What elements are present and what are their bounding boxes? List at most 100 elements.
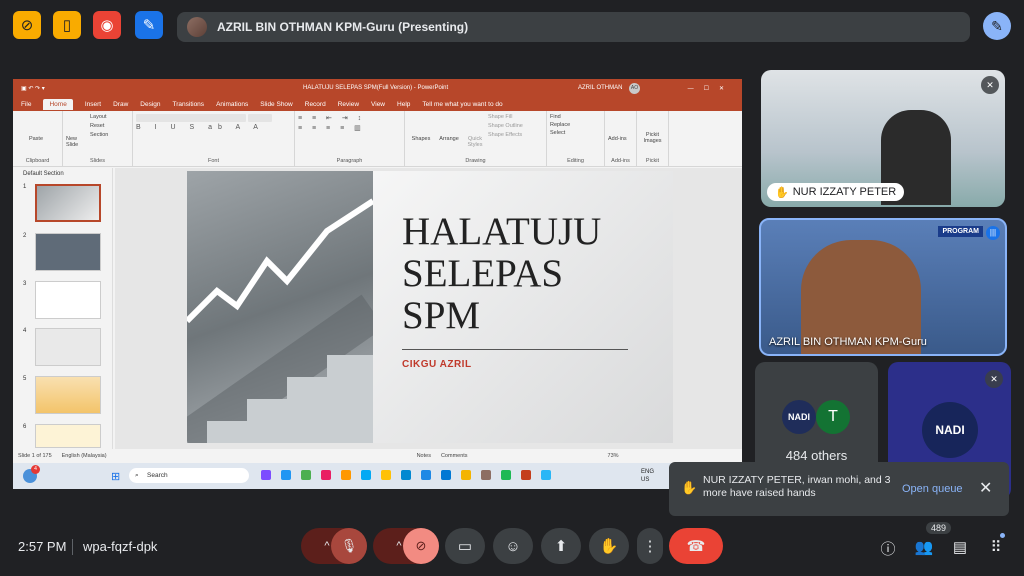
close-icon[interactable]: ✕	[979, 478, 992, 498]
raised-hand-chip: ✋ NUR IZZATY PETER	[767, 183, 905, 201]
thumb-number: 4	[23, 328, 27, 334]
people-count-badge: 489	[926, 522, 952, 534]
notes-button[interactable]: Notes	[417, 453, 431, 459]
font-format-buttons[interactable]: B I U S ab A A	[136, 124, 286, 131]
presenting-bar[interactable]: AZRIL BIN OTHMAN KPM-Guru (Presenting)	[177, 12, 970, 42]
layout-button[interactable]: Layout	[90, 114, 126, 120]
section-label: Default Section	[23, 171, 64, 177]
tab-home[interactable]: Home	[43, 98, 73, 110]
more-vert-icon: ⋮	[642, 538, 658, 555]
quick-styles-button[interactable]: Quick Styles	[464, 136, 486, 148]
chevron-up-icon[interactable]: ^	[396, 540, 401, 552]
tab-review[interactable]: Review	[338, 101, 359, 108]
tab-record[interactable]: Record	[305, 101, 326, 108]
camera-control[interactable]: ^ ⊘	[373, 528, 439, 564]
app-icon[interactable]	[301, 470, 311, 480]
chevron-up-icon[interactable]: ^	[324, 540, 329, 552]
participant-tile-2[interactable]: PROGRAM ||| AZRIL BIN OTHMAN KPM-Guru	[759, 218, 1007, 356]
tell-me-box[interactable]: Tell me what you want to do	[422, 101, 502, 108]
tab-slide-show[interactable]: Slide Show	[260, 101, 293, 108]
paragraph-buttons[interactable]: ≡ ≡ ⇤ ⇥ ↕	[298, 114, 365, 122]
app-icon[interactable]	[281, 470, 291, 480]
app-icon[interactable]	[341, 470, 351, 480]
mail-icon[interactable]	[441, 470, 451, 480]
slide-thumbnail-2[interactable]	[35, 233, 101, 271]
shape-outline-button[interactable]: Shape Outline	[488, 123, 538, 129]
save-icon: ▣ ↶ ↷ ▾	[21, 85, 45, 92]
slide-thumbnail-5[interactable]	[35, 376, 101, 414]
pickit-button[interactable]: Pickit Images	[640, 132, 665, 144]
people-icon[interactable]: 👥	[914, 538, 934, 556]
mic-control[interactable]: ^ 🎙	[301, 528, 367, 564]
group-label-paragraph: Paragraph	[336, 158, 363, 164]
mic-off-icon[interactable]: 🎙	[331, 528, 367, 564]
emoji-button[interactable]: ☺	[493, 528, 533, 564]
tab-transitions[interactable]: Transitions	[173, 101, 205, 108]
arrange-button[interactable]: Arrange	[436, 136, 462, 148]
app-icon[interactable]	[361, 470, 371, 480]
app-icon[interactable]	[261, 470, 271, 480]
telegram-icon[interactable]	[541, 470, 551, 480]
taskbar-search[interactable]: ⌕ Search	[129, 468, 249, 483]
comments-button[interactable]: Comments	[441, 453, 468, 459]
app-icon[interactable]	[421, 470, 431, 480]
leave-call-button[interactable]: ☎	[669, 528, 723, 564]
paste-button[interactable]: Paste	[16, 136, 56, 142]
present-icon: ⬆	[554, 538, 568, 555]
shape-fill-button[interactable]: Shape Fill	[488, 114, 538, 120]
replace-button[interactable]: Replace	[550, 122, 570, 128]
reset-button[interactable]: Reset	[90, 123, 126, 129]
select-button[interactable]: Select	[550, 130, 570, 136]
font-size-select[interactable]	[248, 114, 272, 122]
new-slide-button[interactable]: New Slide	[66, 136, 88, 148]
shapes-button[interactable]: Shapes	[408, 136, 434, 148]
find-button[interactable]: Find	[550, 114, 570, 120]
slide-title: HALATUJU SELEPAS SPM	[402, 210, 602, 337]
edit-doc-icon-button[interactable]: ✎	[135, 11, 163, 39]
record-icon-button[interactable]: ◉	[93, 11, 121, 39]
tab-view[interactable]: View	[371, 101, 385, 108]
slide-thumbnail-4[interactable]	[35, 328, 101, 366]
search-placeholder: Search	[147, 472, 168, 479]
add-ins-button[interactable]: Add-ins	[608, 136, 627, 142]
info-icon[interactable]: ⓘ	[878, 538, 898, 558]
captions-button[interactable]: ▭	[445, 528, 485, 564]
hang-up-icon: ☎	[686, 538, 706, 555]
raise-hand-button[interactable]: ✋	[589, 528, 629, 564]
input-language[interactable]: ENG US	[641, 468, 654, 484]
folder-icon[interactable]	[381, 470, 391, 480]
tab-file[interactable]: File	[21, 101, 31, 108]
camera-off-icon[interactable]: ⊘	[403, 528, 439, 564]
font-name-select[interactable]	[136, 114, 246, 122]
present-button[interactable]: ⬆	[541, 528, 581, 564]
app-icon[interactable]	[321, 470, 331, 480]
tab-animations[interactable]: Animations	[216, 101, 248, 108]
slide-thumbnail-6[interactable]	[35, 424, 101, 448]
spotify-icon[interactable]	[501, 470, 511, 480]
chat-icon[interactable]: ▤	[950, 538, 970, 556]
tab-insert[interactable]: Insert	[85, 101, 101, 108]
participant-tile-1[interactable]: ✕ ✋ NUR IZZATY PETER	[761, 70, 1005, 207]
current-slide[interactable]: HALATUJU SELEPAS SPM CIKGU AZRIL	[187, 171, 673, 443]
powerpoint-icon[interactable]	[521, 470, 531, 480]
camera-off-icon-button[interactable]: ⊘	[13, 11, 41, 39]
shape-effects-button[interactable]: Shape Effects	[488, 132, 538, 138]
app-icon[interactable]	[401, 470, 411, 480]
slide-thumbnail-3[interactable]	[35, 281, 101, 319]
activities-icon[interactable]: ⠿	[986, 538, 1006, 556]
slide-thumbnail-1[interactable]	[35, 184, 101, 222]
chrome-icon[interactable]	[461, 470, 471, 480]
align-buttons[interactable]: ≡ ≡ ≡ ≡ ▥	[298, 124, 365, 132]
door-icon-button[interactable]: ▯	[53, 11, 81, 39]
app-icon[interactable]	[481, 470, 491, 480]
windows-start-icon[interactable]: ⊞	[111, 470, 120, 483]
more-options-button[interactable]: ⋮	[637, 528, 663, 564]
section-button[interactable]: Section	[90, 132, 126, 138]
annotate-pen-icon[interactable]: ✎	[983, 12, 1011, 40]
emoji-icon: ☺	[505, 537, 521, 555]
tab-design[interactable]: Design	[140, 101, 160, 108]
tab-help[interactable]: Help	[397, 101, 410, 108]
window-controls: —☐✕	[687, 85, 734, 92]
tab-draw[interactable]: Draw	[113, 101, 128, 108]
open-queue-button[interactable]: Open queue	[902, 483, 963, 495]
